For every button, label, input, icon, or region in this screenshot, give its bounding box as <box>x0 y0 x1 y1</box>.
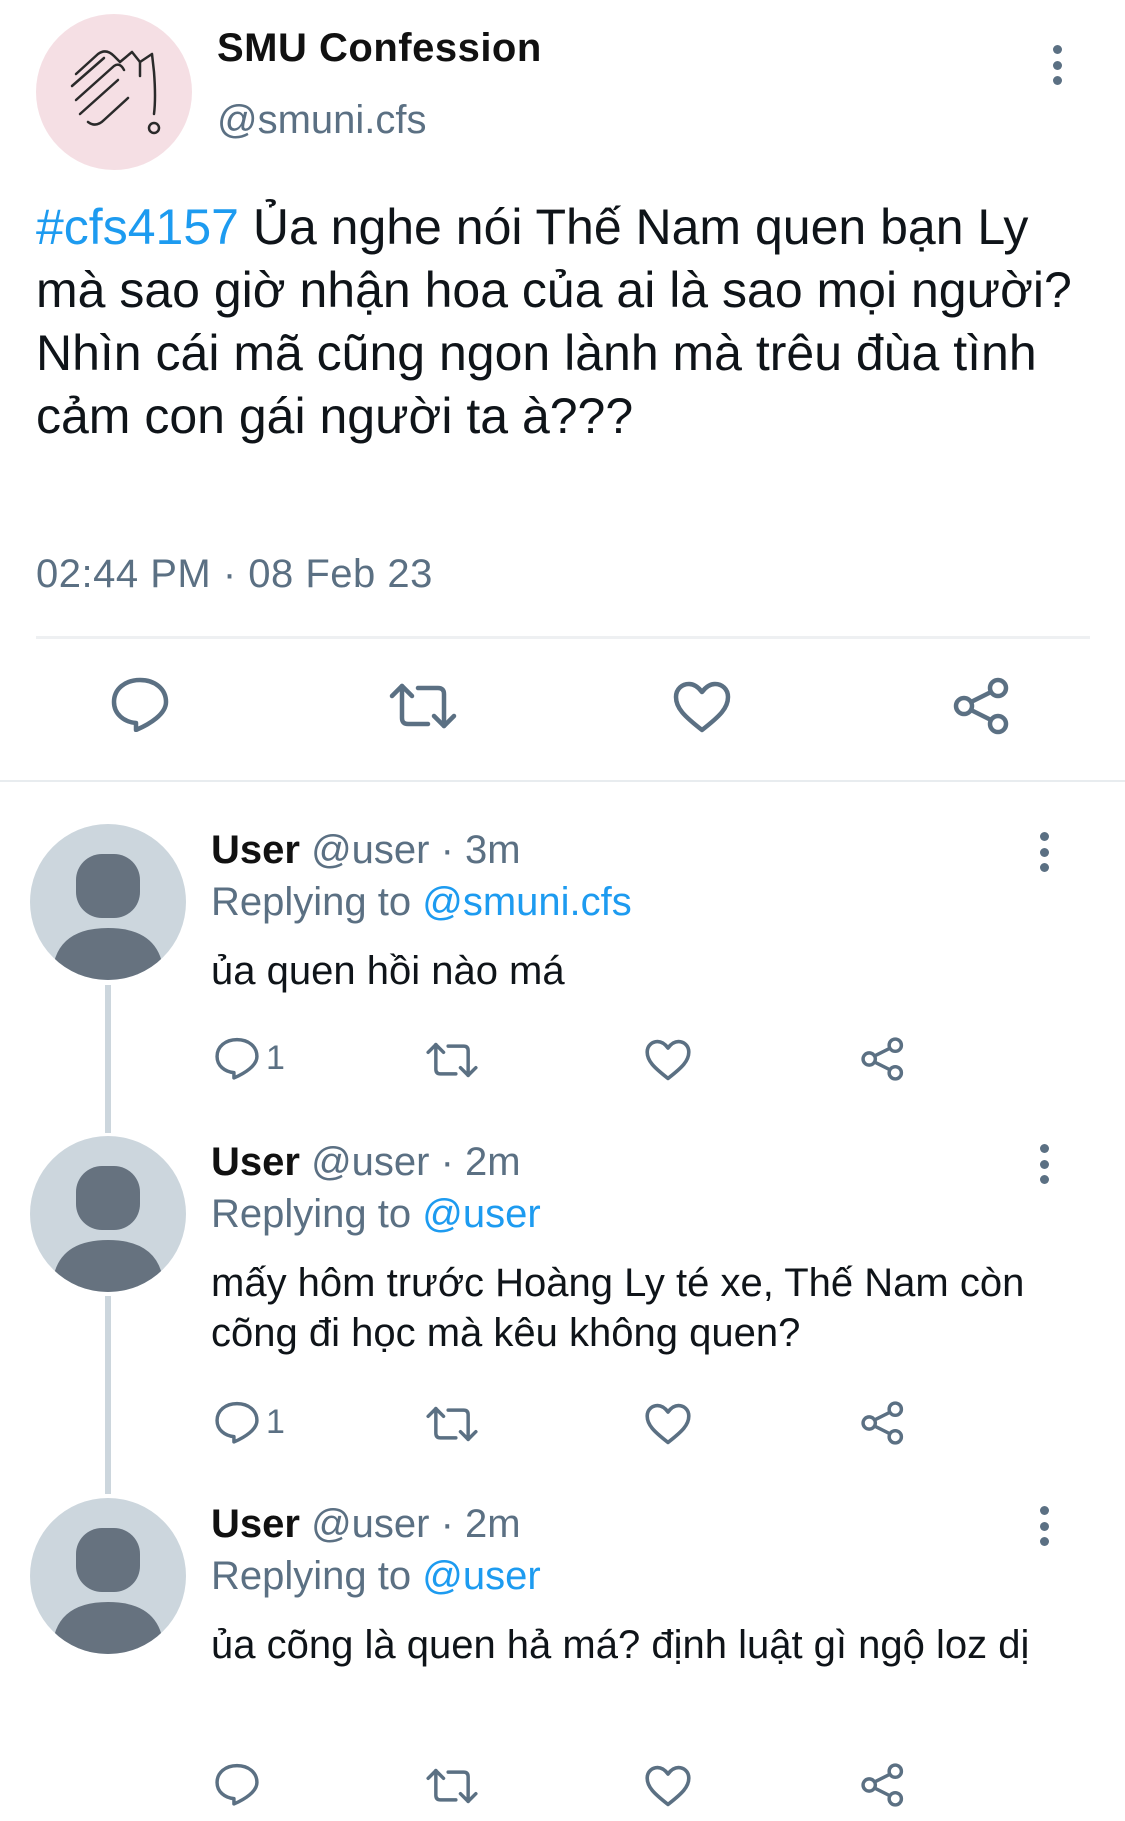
reply-header: User @user · 2m <box>211 1140 521 1185</box>
avatar[interactable] <box>30 824 186 980</box>
reply-header: User @user · 3m <box>211 828 521 873</box>
reply-count: 1 <box>266 1038 285 1077</box>
heart-icon <box>645 1765 691 1807</box>
like-button[interactable] <box>644 1402 692 1446</box>
speech-bubble-icon <box>215 1401 259 1444</box>
share-button[interactable] <box>860 1036 906 1082</box>
default-user-avatar-icon <box>52 854 164 980</box>
share-icon <box>861 1037 904 1081</box>
thread-line <box>105 1296 111 1494</box>
heart-icon <box>673 681 731 733</box>
heart-icon <box>645 1403 691 1445</box>
retweet-button[interactable] <box>425 1404 479 1444</box>
reply-meta: @user · 2m <box>299 1140 521 1184</box>
replying-to: Replying to @user <box>211 1554 541 1599</box>
like-button[interactable] <box>644 1764 692 1808</box>
more-options-icon[interactable] <box>1037 1144 1051 1184</box>
share-button[interactable] <box>860 1400 906 1446</box>
share-icon <box>953 677 1009 735</box>
replying-to-label: Replying to <box>211 1554 423 1598</box>
like-button[interactable] <box>644 1038 692 1082</box>
tweet-timestamp[interactable]: 02:44 PM · 08 Feb 23 <box>36 552 433 597</box>
like-button[interactable] <box>672 680 732 734</box>
share-button[interactable] <box>952 676 1012 736</box>
retweet-icon <box>426 1406 478 1442</box>
retweet-button[interactable] <box>425 1766 479 1806</box>
share-icon <box>861 1763 904 1807</box>
reply-button[interactable]: 1 <box>214 1036 285 1080</box>
share-icon <box>861 1401 904 1445</box>
reply-meta: @user · 3m <box>299 828 521 872</box>
replying-to-mention[interactable]: @user <box>422 1554 540 1598</box>
retweet-button[interactable] <box>388 680 458 732</box>
reply-author-name[interactable]: User <box>211 1140 300 1184</box>
replying-to-label: Replying to <box>211 1192 423 1236</box>
retweet-icon <box>389 683 457 729</box>
avatar[interactable] <box>30 1136 186 1292</box>
reply-text: mấy hôm trước Hoàng Ly té xe, Thế Nam cò… <box>211 1261 1025 1355</box>
sm-logo-icon <box>70 50 161 135</box>
heart-icon <box>645 1039 691 1081</box>
reply-meta: @user · 2m <box>299 1502 521 1546</box>
replying-to-mention[interactable]: @user <box>422 1192 540 1236</box>
default-user-avatar-icon <box>52 1166 164 1292</box>
speech-bubble-icon <box>215 1037 259 1080</box>
retweet-button[interactable] <box>425 1040 479 1080</box>
replying-to: Replying to @smuni.cfs <box>211 880 632 925</box>
account-avatar[interactable] <box>36 14 192 170</box>
more-options-icon[interactable] <box>1050 45 1064 85</box>
section-divider <box>0 780 1125 782</box>
thread-line <box>105 985 111 1133</box>
speech-bubble-icon <box>111 677 169 732</box>
reply-header: User @user · 2m <box>211 1502 521 1547</box>
account-display-name[interactable]: SMU Confession <box>217 26 542 71</box>
hashtag-link[interactable]: #cfs4157 <box>36 199 239 255</box>
reply-button[interactable]: 1 <box>214 1400 285 1444</box>
retweet-icon <box>426 1768 478 1804</box>
more-options-icon[interactable] <box>1037 832 1051 872</box>
reply-author-name[interactable]: User <box>211 1502 300 1546</box>
reply-text: ủa cõng là quen hả má? định luật gì ngộ … <box>211 1623 1030 1667</box>
reply-author-name[interactable]: User <box>211 828 300 872</box>
more-options-icon[interactable] <box>1037 1506 1051 1546</box>
share-button[interactable] <box>860 1762 906 1808</box>
speech-bubble-icon <box>215 1763 259 1806</box>
replying-to: Replying to @user <box>211 1192 541 1237</box>
account-handle[interactable]: @smuni.cfs <box>217 98 427 143</box>
tweet-text: #cfs4157 Ủa nghe nói Thế Nam quen bạn Ly… <box>36 196 1096 448</box>
reply-text: ủa quen hồi nào má <box>211 949 565 993</box>
reply-button[interactable] <box>214 1762 266 1806</box>
divider <box>36 636 1090 639</box>
reply-count: 1 <box>266 1402 285 1441</box>
avatar[interactable] <box>30 1498 186 1654</box>
replying-to-mention[interactable]: @smuni.cfs <box>422 880 632 924</box>
default-user-avatar-icon <box>52 1528 164 1654</box>
reply-button[interactable] <box>110 676 170 732</box>
replying-to-label: Replying to <box>211 880 423 924</box>
retweet-icon <box>426 1042 478 1078</box>
